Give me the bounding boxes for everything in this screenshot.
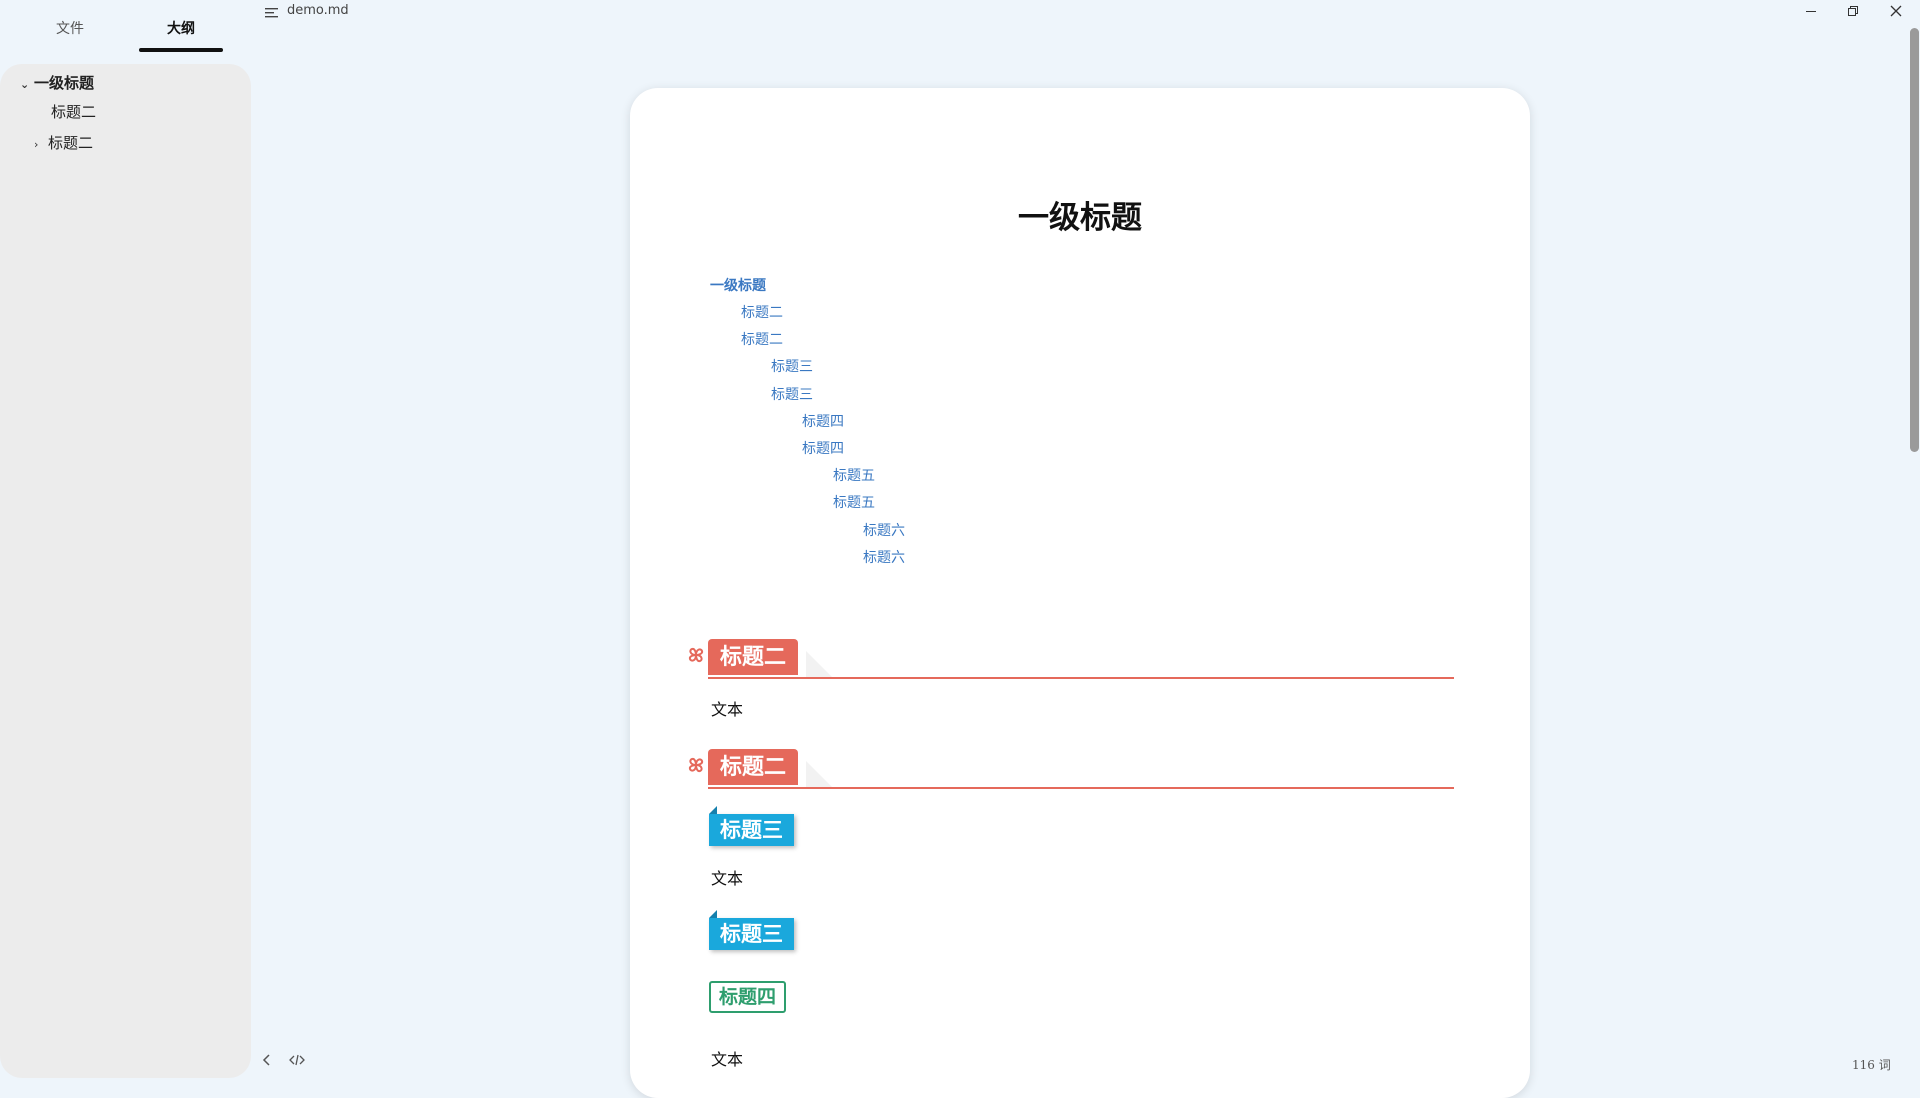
outline-panel xyxy=(0,64,251,1078)
heading-3: 标题三 xyxy=(709,806,794,846)
heading-2-label: 标题二 xyxy=(708,639,799,675)
heading-underline xyxy=(708,787,1454,789)
outline-item-label: 标题二 xyxy=(51,103,97,121)
heading-underline xyxy=(708,677,1454,679)
paragraph: 文本 xyxy=(711,700,744,719)
toc-link-h1[interactable]: 一级标题 xyxy=(710,275,766,295)
file-name: demo.md xyxy=(287,3,349,18)
heading-fold-decoration xyxy=(806,761,832,787)
sidebar: 文件 大纲 ⌄ 一级标题 标题二 › 标题二 xyxy=(0,0,251,1080)
close-button[interactable] xyxy=(1880,3,1912,25)
heading-3: 标题三 xyxy=(709,910,794,950)
toc-link-h5[interactable]: 标题五 xyxy=(833,492,875,512)
outline-item-h2-collapsed[interactable]: › 标题二 xyxy=(34,132,93,153)
code-icon xyxy=(289,1054,305,1066)
outline-item-h2[interactable]: 标题二 xyxy=(51,101,96,122)
chevron-down-icon[interactable]: ⌄ xyxy=(20,78,34,91)
close-icon xyxy=(1890,5,1902,17)
toc-link-h4[interactable]: 标题四 xyxy=(802,411,844,431)
active-tab-indicator xyxy=(139,48,223,52)
paragraph: 文本 xyxy=(711,1050,744,1069)
toc-link-h2[interactable]: 标题二 xyxy=(741,329,783,349)
restore-button[interactable] xyxy=(1837,3,1869,25)
sidebar-tabs: 文件 大纲 xyxy=(0,0,251,56)
heading-2: 标题二 xyxy=(684,749,1454,789)
paragraph: 文本 xyxy=(711,869,744,888)
outline-item-label: 一级标题 xyxy=(34,74,95,92)
minimize-icon xyxy=(1806,11,1816,12)
minimize-button[interactable] xyxy=(1795,3,1827,25)
tab-outline[interactable]: 大纲 xyxy=(167,18,195,38)
document-title: 一级标题 xyxy=(1018,200,1142,236)
chevron-right-icon[interactable]: › xyxy=(34,138,48,151)
scrollbar-thumb[interactable] xyxy=(1910,28,1919,452)
word-count[interactable]: 116 词 xyxy=(1852,1056,1891,1073)
collapse-sidebar-button[interactable] xyxy=(262,1054,272,1070)
toc-link-h4[interactable]: 标题四 xyxy=(802,438,844,458)
pinwheel-icon xyxy=(688,757,704,773)
heading-2: 标题二 xyxy=(684,639,1454,679)
toc-link-h6[interactable]: 标题六 xyxy=(863,547,905,567)
pinwheel-icon xyxy=(688,647,704,663)
toc-link-h6[interactable]: 标题六 xyxy=(863,520,905,540)
outline-item-label: 标题二 xyxy=(48,134,94,152)
toc-link-h2[interactable]: 标题二 xyxy=(741,302,783,322)
outline-item-h1[interactable]: ⌄ 一级标题 xyxy=(20,72,94,93)
tab-files[interactable]: 文件 xyxy=(56,18,84,38)
chevron-left-icon xyxy=(262,1054,270,1066)
menu-icon[interactable] xyxy=(264,5,280,21)
heading-fold-decoration xyxy=(806,651,832,677)
heading-2-label: 标题二 xyxy=(708,749,799,785)
toc-link-h3[interactable]: 标题三 xyxy=(771,384,813,404)
toc-link-h3[interactable]: 标题三 xyxy=(771,356,813,376)
restore-icon xyxy=(1848,6,1858,16)
document-page: 一级标题 一级标题 标题二 标题二 标题三 标题三 标题四 标题四 标题五 标题… xyxy=(630,88,1530,1098)
heading-4: 标题四 xyxy=(709,981,787,1013)
source-mode-button[interactable] xyxy=(289,1054,305,1069)
toc-link-h5[interactable]: 标题五 xyxy=(833,465,875,485)
